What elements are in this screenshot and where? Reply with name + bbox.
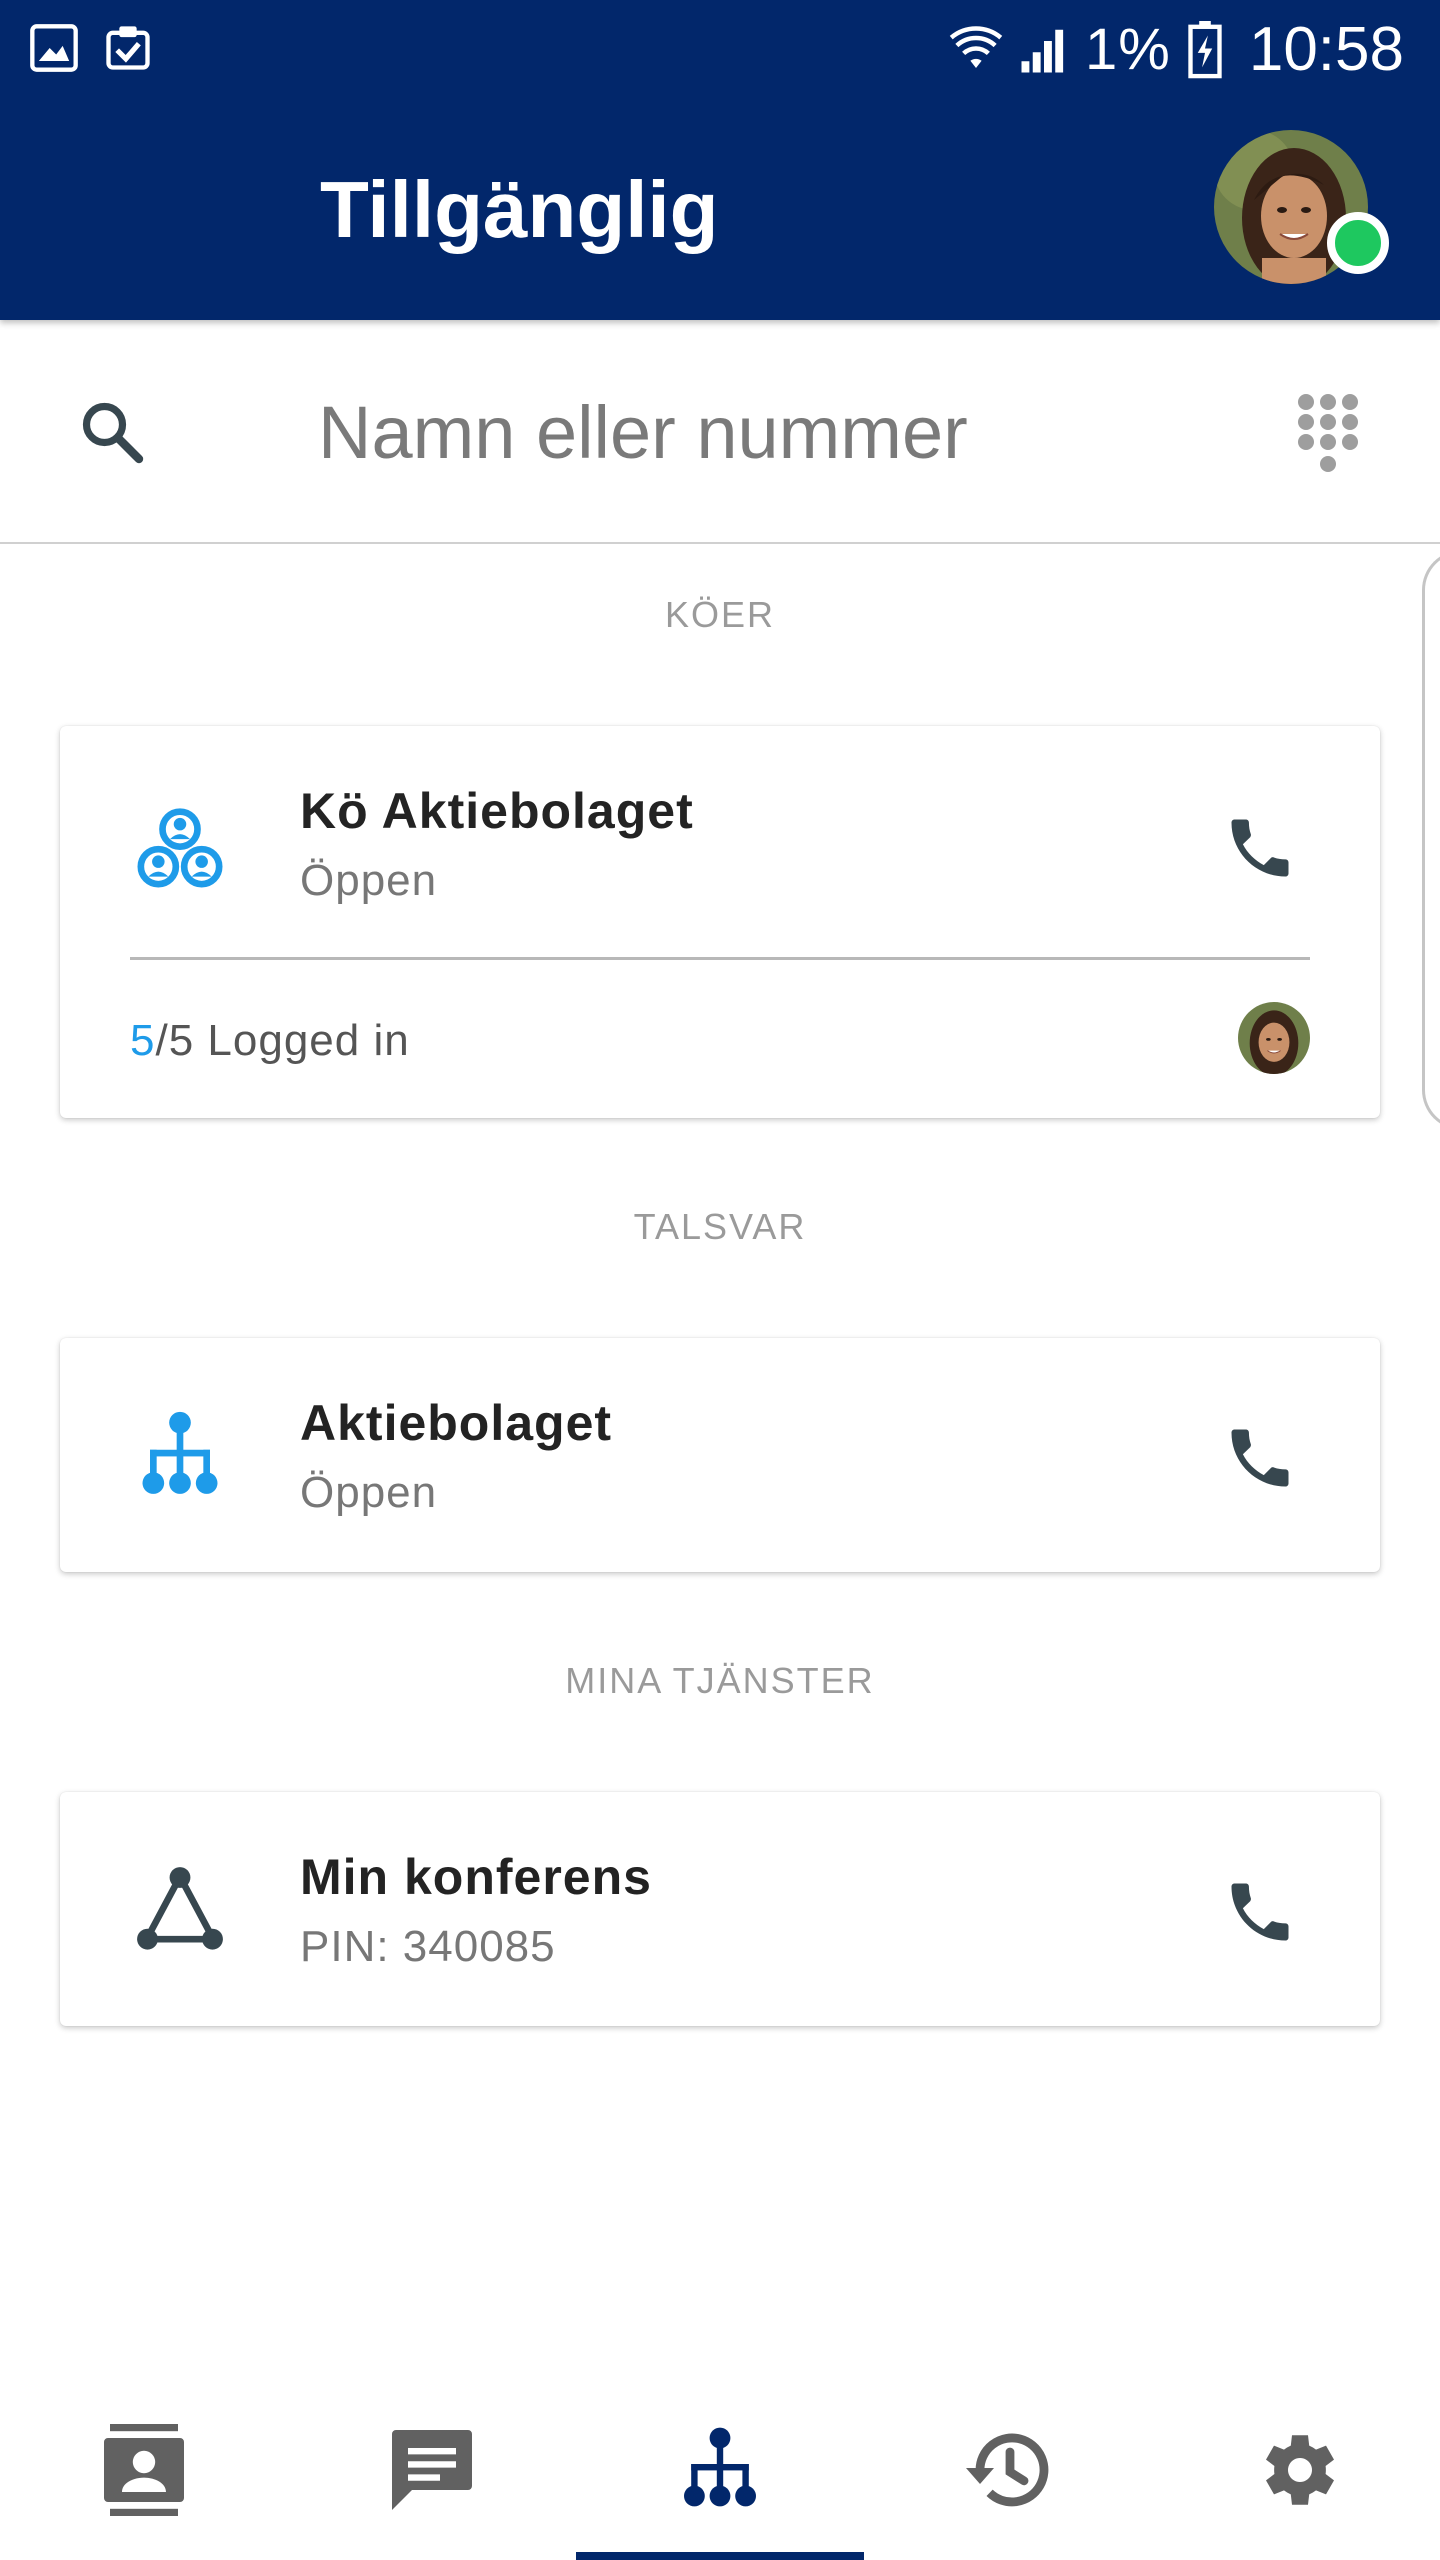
settings-icon (1266, 2435, 1334, 2505)
active-tab-indicator (576, 2552, 864, 2560)
status-bar: 1% 10:58 (0, 0, 1440, 100)
profile-avatar-button[interactable] (1214, 130, 1389, 284)
search-bar (0, 320, 1440, 544)
battery-charging-icon (1188, 20, 1222, 78)
conference-pin: PIN: 340085 (300, 1922, 556, 1971)
status-bar-system: 1% 10:58 (949, 14, 1404, 85)
voicemail-status: Öppen (300, 1468, 438, 1517)
nav-settings[interactable] (1152, 2380, 1440, 2560)
bottom-navigation (0, 2380, 1440, 2560)
phone-icon (1231, 819, 1289, 877)
group-icon (137, 808, 223, 888)
queue-title: Kö Aktiebolaget (300, 783, 694, 839)
clock: 10:58 (1248, 15, 1404, 84)
logged-in-number: 5 (130, 1016, 156, 1065)
phone-icon (1231, 1429, 1289, 1487)
org-tree-icon (142, 1411, 218, 1494)
queue-logged-in-count: 5/5 Logged in (130, 1016, 410, 1066)
queue-member-avatar[interactable] (1238, 1002, 1310, 1074)
section-label-queues: KÖER (664, 594, 776, 635)
clipboard-check-icon (106, 26, 150, 70)
phone-icon (1231, 1883, 1289, 1941)
signal-icon (1021, 29, 1064, 72)
side-panel-handle[interactable] (1422, 550, 1440, 1130)
contacts-icon (104, 2424, 184, 2516)
queue-call-button[interactable] (1210, 798, 1310, 898)
search-input[interactable] (318, 372, 1218, 492)
card-divider (130, 957, 1310, 960)
availability-status-title[interactable]: Tillgänglig (320, 164, 719, 256)
section-label-services: MINA TJÄNSTER (565, 1660, 875, 1701)
presence-indicator (1327, 212, 1389, 274)
nav-history[interactable] (864, 2380, 1152, 2560)
voicemail-call-button[interactable] (1210, 1408, 1310, 1508)
dialpad-icon[interactable] (1296, 392, 1360, 476)
battery-percent: 1% (1085, 17, 1171, 82)
section-label-voicemail: TALSVAR (633, 1206, 807, 1247)
queue-card[interactable]: Kö Aktiebolaget Öppen 5/5 Logged in (60, 726, 1380, 1118)
conference-title: Min konferens (300, 1849, 652, 1905)
wifi-icon (949, 25, 1003, 68)
triangle-nodes-icon (137, 1867, 223, 1950)
app-header: 1% 10:58 Tillgänglig (0, 0, 1440, 320)
conference-call-button[interactable] (1210, 1862, 1310, 1962)
voicemail-card[interactable]: Aktiebolaget Öppen (60, 1338, 1380, 1572)
search-icon[interactable] (76, 396, 148, 468)
queue-status: Öppen (300, 856, 438, 905)
org-tree-icon (684, 2427, 756, 2507)
nav-messages[interactable] (288, 2380, 576, 2560)
nav-contacts[interactable] (0, 2380, 288, 2560)
status-bar-notifications (28, 22, 154, 74)
voicemail-title: Aktiebolaget (300, 1395, 613, 1451)
logged-in-total: /5 Logged in (155, 1016, 410, 1065)
history-icon (966, 2433, 1049, 2507)
image-icon (30, 24, 78, 72)
conference-card[interactable]: Min konferens PIN: 340085 (60, 1792, 1380, 2026)
nav-services[interactable] (576, 2380, 864, 2560)
chat-icon (392, 2430, 472, 2510)
